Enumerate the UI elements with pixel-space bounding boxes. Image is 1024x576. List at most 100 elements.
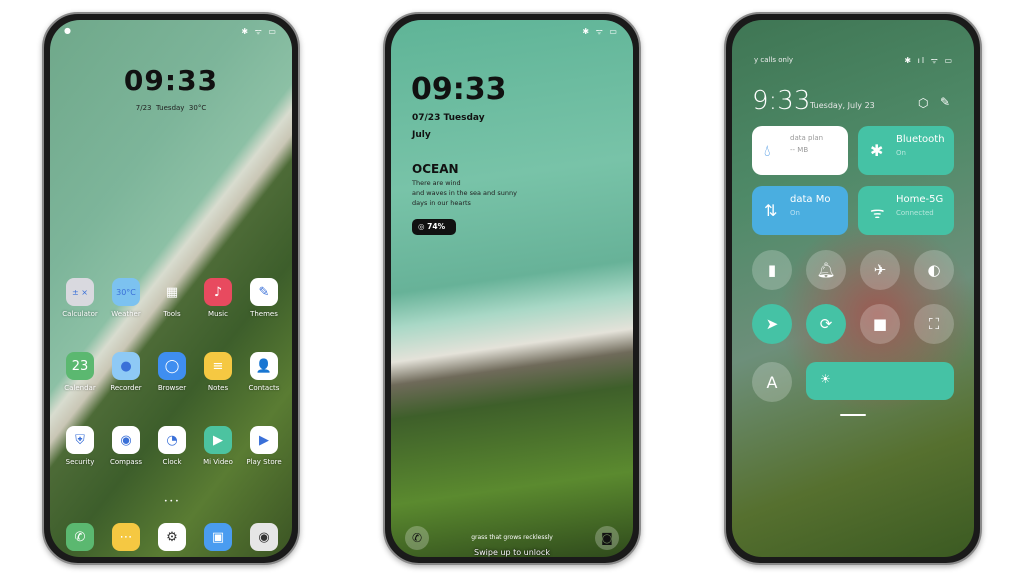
- carrier-text: y calls only: [754, 56, 794, 64]
- browser-icon: ◯: [158, 352, 186, 380]
- compass-icon: ◉: [112, 426, 140, 454]
- app-label: Notes: [207, 384, 229, 392]
- water-drop-icon: 💧︎: [764, 141, 771, 160]
- home-screen: ● ✱ ᯤ ▭ 09:33 7/23 Tuesday 30°C ± × Calcul…: [50, 20, 292, 557]
- app-label: Clock: [162, 458, 182, 466]
- tile-water-drop[interactable]: 💧︎ data plan -- MB: [752, 126, 848, 175]
- calendar-icon: 23: [66, 352, 94, 380]
- dock-app[interactable]: ⋯: [103, 523, 149, 551]
- rotation-lock-icon: ⟳: [819, 315, 833, 333]
- cc-date: Tuesday, July 23: [810, 101, 875, 110]
- play-store-icon: ▶: [250, 426, 278, 454]
- date: 7/23: [135, 104, 152, 112]
- swipe-hint[interactable]: Swipe up to unlock: [391, 548, 633, 557]
- status-bar: ✱ ᯤ ▭: [391, 26, 633, 40]
- app-label: Weather: [111, 310, 141, 318]
- dock-app[interactable]: ◉: [241, 523, 287, 551]
- drag-handle[interactable]: [840, 414, 866, 416]
- app-calculator[interactable]: ± × Calculator: [57, 278, 103, 318]
- app-play-store[interactable]: ▶ Play Store: [241, 426, 287, 466]
- settings-icon: ⚙: [158, 523, 186, 551]
- app-recorder[interactable]: ● Recorder: [103, 352, 149, 392]
- lock-date: 07/23 Tuesday: [412, 113, 485, 123]
- scan-icon: ⛶: [928, 315, 940, 333]
- poem-line: There are wind: [412, 179, 461, 187]
- app-label: Music: [208, 310, 228, 318]
- camera-icon: ◉: [250, 523, 278, 551]
- tile-subtitle: On: [896, 149, 906, 157]
- toggle-bell[interactable]: 🔔︎: [806, 250, 846, 290]
- video-icon: ▶: [204, 426, 232, 454]
- page-indicator: •••: [164, 498, 181, 505]
- dock-app[interactable]: ⚙: [149, 523, 195, 551]
- location-icon: ➤: [765, 315, 779, 333]
- tile-title: Bluetooth: [896, 134, 945, 145]
- mobile-data-icon: ⇅: [764, 201, 778, 220]
- toggle-dark-mode[interactable]: ◐: [914, 250, 954, 290]
- app-security[interactable]: ⛨ Security: [57, 426, 103, 466]
- tile-mobile-data[interactable]: ⇅ data Mo On: [752, 186, 848, 235]
- toggle-location[interactable]: ➤: [752, 304, 792, 344]
- app-calendar[interactable]: 23 Calendar: [57, 352, 103, 392]
- app-browser[interactable]: ◯ Browser: [149, 352, 195, 392]
- dock-app[interactable]: ✆: [57, 523, 103, 551]
- app-label: Calculator: [62, 310, 98, 318]
- app-clock[interactable]: ◔ Clock: [149, 426, 195, 466]
- phone-lock-screen: ✱ ᯤ ▭ 09:33 07/23 Tuesday July OCEAN The…: [383, 12, 641, 565]
- brightness-slider[interactable]: ☀: [806, 362, 954, 400]
- poem-line: and waves in the sea and sunny: [412, 189, 517, 197]
- cc-time: 9:33: [752, 86, 811, 116]
- lock-screen: ✱ ᯤ ▭ 09:33 07/23 Tuesday July OCEAN The…: [391, 20, 633, 557]
- poem-line: days in our hearts: [412, 199, 471, 207]
- video-camera-icon: ■: [872, 315, 888, 333]
- toggle-flashlight[interactable]: ▮: [752, 250, 792, 290]
- auto-brightness-button[interactable]: A: [752, 362, 792, 402]
- lock-time: 09:33: [411, 72, 507, 107]
- shield-icon: ⛨: [66, 426, 94, 454]
- settings-icon[interactable]: ⬡: [918, 96, 928, 110]
- app-themes[interactable]: ✎ Themes: [241, 278, 287, 318]
- status-icons: ✱ ᯤ ▭: [241, 27, 278, 36]
- sun-icon: ☀: [820, 372, 831, 386]
- clock-icon: ◔: [158, 426, 186, 454]
- clock-widget-time: 09:33: [123, 64, 219, 97]
- app-notes[interactable]: ≡ Notes: [195, 352, 241, 392]
- tile-bluetooth[interactable]: ✱ Bluetooth On: [858, 126, 954, 175]
- app-music[interactable]: ♪ Music: [195, 278, 241, 318]
- lock-poem: There are wind and waves in the sea and …: [412, 178, 517, 208]
- app-tools[interactable]: ▦ Tools: [149, 278, 195, 319]
- app-label: Compass: [109, 458, 143, 466]
- tile-title: Home-5G: [896, 194, 944, 205]
- dock-app[interactable]: ▣: [195, 523, 241, 551]
- tools-icon: ▦: [165, 284, 179, 300]
- tile-wifi[interactable]: ᯤ Home-5G Connected: [858, 186, 954, 235]
- app-contacts[interactable]: 👤 Contacts: [241, 352, 287, 392]
- phone-icon: ✆: [66, 523, 94, 551]
- tile-subtitle: Connected: [896, 209, 934, 217]
- toggle-scan[interactable]: ⛶: [914, 304, 954, 344]
- airplane-icon: ✈: [873, 261, 887, 279]
- app-label: Recorder: [110, 384, 142, 392]
- toggle-video-camera[interactable]: ■: [860, 304, 900, 344]
- app-label: Tools: [163, 310, 181, 318]
- edit-icon[interactable]: ✎: [940, 95, 950, 109]
- app-mi-video[interactable]: ▶ Mi Video: [195, 426, 241, 466]
- toggle-rotation-lock[interactable]: ⟳: [806, 304, 846, 344]
- calculator-icon: ± ×: [66, 278, 94, 306]
- app-weather[interactable]: 30°C Weather: [103, 278, 149, 318]
- app-label: Security: [65, 458, 95, 466]
- status-bar: ● ✱ ᯤ ▭: [50, 26, 292, 40]
- gallery-icon: ▣: [204, 523, 232, 551]
- toggle-airplane[interactable]: ✈: [860, 250, 900, 290]
- app-compass[interactable]: ◉ Compass: [103, 426, 149, 466]
- wifi-icon: ᯤ: [870, 203, 885, 222]
- weekday: Tuesday: [155, 104, 185, 112]
- messages-icon: ⋯: [112, 523, 140, 551]
- app-label: Play Store: [246, 458, 282, 466]
- lock-quote: grass that grows recklessly: [471, 534, 553, 541]
- lock-month: July: [412, 130, 431, 140]
- notification-icon: ●: [64, 26, 71, 35]
- flashlight-icon: ▮: [767, 261, 777, 279]
- dark-mode-icon: ◐: [927, 261, 941, 279]
- app-label: Themes: [250, 310, 278, 318]
